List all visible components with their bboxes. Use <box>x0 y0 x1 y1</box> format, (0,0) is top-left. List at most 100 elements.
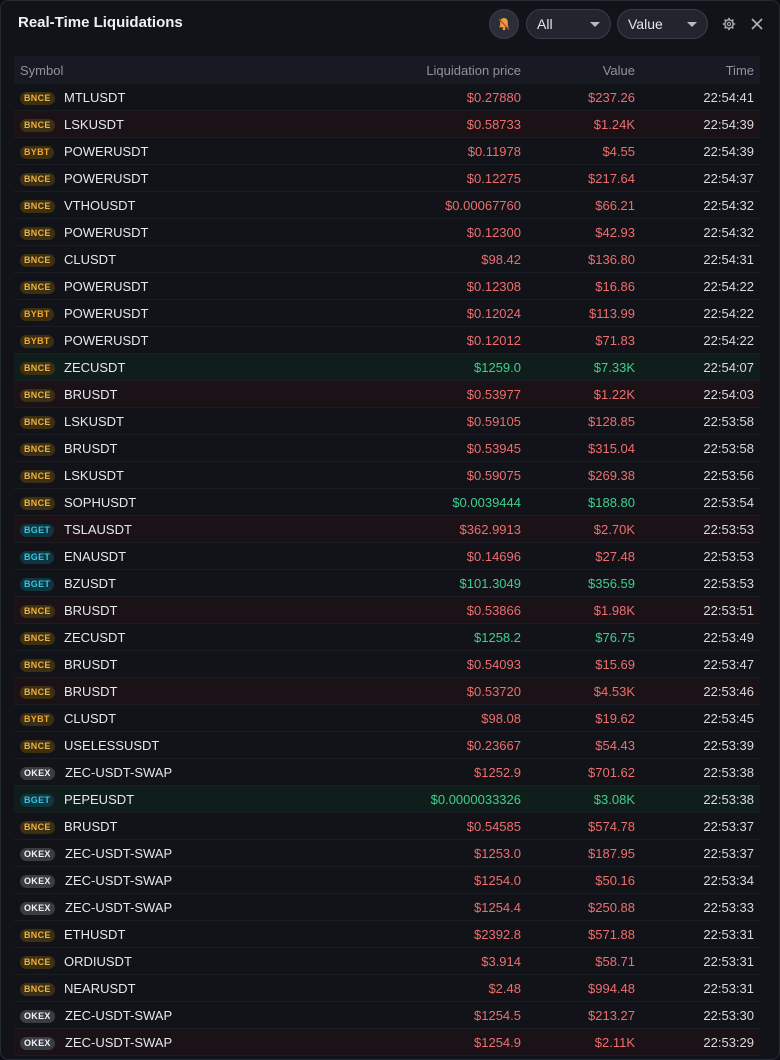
table-row[interactable]: BNCE USELESSUSDT $0.23667 $54.43 22:53:39 <box>14 732 760 759</box>
time-cell: 22:54:07 <box>703 360 754 375</box>
symbol-cell: LSKUSDT <box>64 117 124 132</box>
table-row[interactable]: BNCE ETHUSDT $2392.8 $571.88 22:53:31 <box>14 921 760 948</box>
column-header-value[interactable]: Value <box>603 63 635 78</box>
exchange-badge: OKEX <box>20 902 55 915</box>
exchange-badge: BNCE <box>20 443 55 456</box>
exchange-badge: BNCE <box>20 497 55 510</box>
table-row[interactable]: BYBT CLUSDT $98.08 $19.62 22:53:45 <box>14 705 760 732</box>
table-row[interactable]: BGET BZUSDT $101.3049 $356.59 22:53:53 <box>14 570 760 597</box>
value-cell: $315.04 <box>588 441 635 456</box>
exchange-badge: BNCE <box>20 659 55 672</box>
time-cell: 22:54:32 <box>703 198 754 213</box>
time-cell: 22:53:30 <box>703 1008 754 1023</box>
value-cell: $1.24K <box>593 117 635 132</box>
panel-header: Real-Time Liquidations All Value <box>1 1 779 47</box>
column-header-time[interactable]: Time <box>726 63 754 78</box>
bell-icon <box>498 18 510 31</box>
table-row[interactable]: BNCE ZECUSDT $1259.0 $7.33K 22:54:07 <box>14 354 760 381</box>
symbol-cell: POWERUSDT <box>64 279 149 294</box>
chevron-down-icon <box>590 22 600 27</box>
table-row[interactable]: OKEX ZEC-USDT-SWAP $1254.5 $213.27 22:53:30 <box>14 1002 760 1029</box>
value-cell: $2.11K <box>594 1035 635 1050</box>
price-cell: $1254.0 <box>474 873 521 888</box>
table-row[interactable]: BGET TSLAUSDT $362.9913 $2.70K 22:53:53 <box>14 516 760 543</box>
table-row[interactable]: BNCE MTLUSDT $0.27880 $237.26 22:54:41 <box>14 84 760 111</box>
gear-icon <box>722 17 736 31</box>
table-row[interactable]: BNCE LSKUSDT $0.58733 $1.24K 22:54:39 <box>14 111 760 138</box>
time-cell: 22:54:22 <box>703 306 754 321</box>
symbol-cell: BRUSDT <box>64 657 118 672</box>
time-cell: 22:53:47 <box>703 657 754 672</box>
close-button[interactable] <box>747 14 767 34</box>
symbol-cell: BRUSDT <box>64 441 118 456</box>
table-row[interactable]: BNCE POWERUSDT $0.12275 $217.64 22:54:37 <box>14 165 760 192</box>
value-cell: $237.26 <box>588 90 635 105</box>
column-header-symbol[interactable]: Symbol <box>20 63 63 78</box>
exchange-badge: BNCE <box>20 92 55 105</box>
symbol-cell: NEARUSDT <box>64 981 136 996</box>
table-row[interactable]: BYBT POWERUSDT $0.12024 $113.99 22:54:22 <box>14 300 760 327</box>
price-cell: $0.53945 <box>466 441 521 456</box>
table-row[interactable]: BNCE BRUSDT $0.54093 $15.69 22:53:47 <box>14 651 760 678</box>
value-cell: $356.59 <box>588 576 635 591</box>
exchange-badge: OKEX <box>20 767 55 780</box>
exchange-filter-value: All <box>537 16 553 32</box>
time-cell: 22:54:39 <box>703 117 754 132</box>
price-cell: $0.12308 <box>466 279 521 294</box>
time-cell: 22:54:22 <box>703 333 754 348</box>
table-row[interactable]: BNCE ZECUSDT $1258.2 $76.75 22:53:49 <box>14 624 760 651</box>
table-row[interactable]: OKEX ZEC-USDT-SWAP $1254.4 $250.88 22:53:33 <box>14 894 760 921</box>
price-cell: $1258.2 <box>474 630 521 645</box>
table-row[interactable]: BNCE BRUSDT $0.53945 $315.04 22:53:58 <box>14 435 760 462</box>
table-row[interactable]: BNCE LSKUSDT $0.59075 $269.38 22:53:56 <box>14 462 760 489</box>
table-row[interactable]: BNCE ORDIUSDT $3.914 $58.71 22:53:31 <box>14 948 760 975</box>
table-row[interactable]: BNCE BRUSDT $0.53866 $1.98K 22:53:51 <box>14 597 760 624</box>
exchange-badge: BNCE <box>20 605 55 618</box>
exchange-badge: BYBT <box>20 146 54 159</box>
value-cell: $136.80 <box>588 252 635 267</box>
table-row[interactable]: BNCE CLUSDT $98.42 $136.80 22:54:31 <box>14 246 760 273</box>
time-cell: 22:54:03 <box>703 387 754 402</box>
value-cell: $15.69 <box>595 657 635 672</box>
table-row[interactable]: OKEX ZEC-USDT-SWAP $1252.9 $701.62 22:53:38 <box>14 759 760 786</box>
symbol-cell: USELESSUSDT <box>64 738 160 753</box>
time-cell: 22:53:45 <box>703 711 754 726</box>
table-row[interactable]: OKEX ZEC-USDT-SWAP $1253.0 $187.95 22:53:37 <box>14 840 760 867</box>
time-cell: 22:54:37 <box>703 171 754 186</box>
column-header-price[interactable]: Liquidation price <box>426 63 521 78</box>
price-cell: $0.00067760 <box>445 198 521 213</box>
price-cell: $2392.8 <box>474 927 521 942</box>
symbol-cell: MTLUSDT <box>64 90 126 105</box>
table-row[interactable]: BNCE NEARUSDT $2.48 $994.48 22:53:31 <box>14 975 760 1002</box>
symbol-cell: SOPHUSDT <box>64 495 137 510</box>
exchange-badge: OKEX <box>20 1010 55 1023</box>
time-cell: 22:53:31 <box>703 954 754 969</box>
exchange-badge: BNCE <box>20 119 55 132</box>
exchange-filter-select[interactable]: All <box>526 9 611 39</box>
table-row[interactable]: OKEX ZEC-USDT-SWAP $1254.0 $50.16 22:53:34 <box>14 867 760 894</box>
table-row[interactable]: BNCE SOPHUSDT $0.0039444 $188.80 22:53:54 <box>14 489 760 516</box>
table-row[interactable]: BNCE BRUSDT $0.54585 $574.78 22:53:37 <box>14 813 760 840</box>
symbol-cell: BRUSDT <box>64 603 118 618</box>
table-row[interactable]: BNCE BRUSDT $0.53720 $4.53K 22:53:46 <box>14 678 760 705</box>
table-row[interactable]: BYBT POWERUSDT $0.12012 $71.83 22:54:22 <box>14 327 760 354</box>
table-row[interactable]: BNCE VTHOUSDT $0.00067760 $66.21 22:54:32 <box>14 192 760 219</box>
table-row[interactable]: BGET PEPEUSDT $0.0000033326 $3.08K 22:53:38 <box>14 786 760 813</box>
sort-filter-select[interactable]: Value <box>617 9 708 39</box>
notifications-button[interactable] <box>489 9 519 39</box>
table-row[interactable]: OKEX ZEC-USDT-SWAP $1254.9 $2.11K 22:53:29 <box>14 1029 760 1056</box>
symbol-cell: PEPEUSDT <box>64 792 135 807</box>
price-cell: $0.53720 <box>466 684 521 699</box>
table-row[interactable]: BNCE POWERUSDT $0.12308 $16.86 22:54:22 <box>14 273 760 300</box>
time-cell: 22:53:53 <box>703 549 754 564</box>
settings-button[interactable] <box>719 14 739 34</box>
table-row[interactable]: BGET ENAUSDT $0.14696 $27.48 22:53:53 <box>14 543 760 570</box>
table-row[interactable]: BNCE LSKUSDT $0.59105 $128.85 22:53:58 <box>14 408 760 435</box>
symbol-cell: BRUSDT <box>64 819 118 834</box>
exchange-badge: BYBT <box>20 335 54 348</box>
table-row[interactable]: BYBT POWERUSDT $0.11978 $4.55 22:54:39 <box>14 138 760 165</box>
table-row[interactable]: BNCE POWERUSDT $0.12300 $42.93 22:54:32 <box>14 219 760 246</box>
exchange-badge: BNCE <box>20 956 55 969</box>
price-cell: $0.53977 <box>466 387 521 402</box>
table-row[interactable]: BNCE BRUSDT $0.53977 $1.22K 22:54:03 <box>14 381 760 408</box>
